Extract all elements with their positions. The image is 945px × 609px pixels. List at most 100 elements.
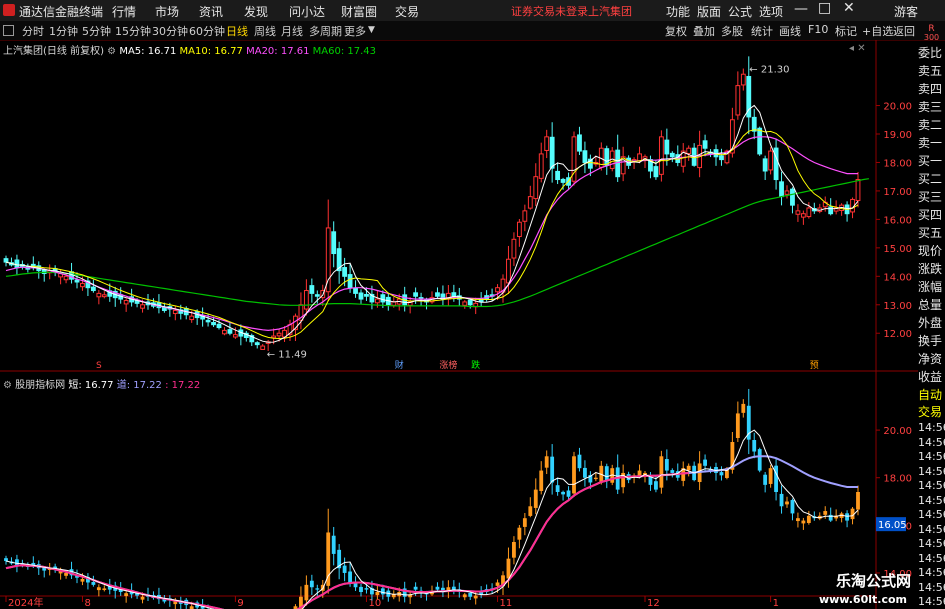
- tab-1min[interactable]: 1分钟: [49, 23, 78, 39]
- sub-candle: [572, 456, 576, 494]
- event-tag: 跌: [471, 360, 480, 371]
- close-icon[interactable]: ✕: [843, 0, 855, 16]
- period-bar: 分时 1分钟 5分钟 15分钟 30分钟 60分钟 日线 周线 月线 多周期 更…: [0, 21, 945, 41]
- side-num: 300: [923, 33, 940, 42]
- tab-fenshi[interactable]: 分时: [22, 23, 44, 39]
- tab-monthly[interactable]: 月线: [281, 23, 303, 39]
- tab-30min[interactable]: 30分钟: [152, 23, 188, 39]
- side-time: 14:56: [918, 450, 945, 463]
- menu-caifuquan[interactable]: 财富圈: [341, 3, 377, 20]
- tab-weekly[interactable]: 周线: [254, 23, 276, 39]
- btn-duogu[interactable]: 多股: [721, 23, 743, 39]
- login-notice[interactable]: 证券交易未登录: [511, 3, 588, 19]
- kline-candle: [768, 150, 774, 171]
- btn-fanhui[interactable]: 返回: [893, 23, 915, 39]
- kline-candle: [702, 140, 708, 149]
- kline-candle: [762, 158, 768, 172]
- kline-candle: [309, 285, 315, 294]
- menu-hangqing[interactable]: 行情: [112, 3, 136, 20]
- chevron-down-icon[interactable]: ▼: [368, 25, 375, 35]
- side-time: 14:56: [918, 522, 945, 536]
- btn-diejia[interactable]: 叠加: [693, 23, 715, 39]
- y-tick-label: 19.00: [883, 130, 912, 141]
- sub-candle: [364, 588, 369, 590]
- menu-jiaoyi[interactable]: 交易: [395, 3, 419, 20]
- kline-candle: [314, 294, 320, 297]
- side-auto[interactable]: 自动: [918, 386, 945, 403]
- sub-candle: [473, 595, 478, 599]
- sub-candle: [304, 584, 309, 601]
- tab-multi[interactable]: 多周期: [309, 23, 342, 39]
- side-item: 买五: [918, 226, 943, 240]
- kline-candle: [740, 73, 746, 86]
- menu-wenxiaoda[interactable]: 问小达: [289, 3, 325, 20]
- sub-candle: [703, 459, 707, 466]
- tab-60min[interactable]: 60分钟: [189, 23, 225, 39]
- btn-huaxian[interactable]: 画线: [779, 23, 801, 39]
- menu-gongneng[interactable]: 功能: [666, 3, 690, 20]
- menu-faxian[interactable]: 发现: [244, 3, 268, 20]
- btn-biaoji[interactable]: 标记: [835, 23, 857, 39]
- sub-candle: [801, 520, 806, 524]
- kline-candle: [506, 258, 511, 284]
- sub-candle: [4, 558, 8, 562]
- menu-banmian[interactable]: 版面: [697, 3, 721, 20]
- side-item: 换手: [918, 334, 943, 348]
- tab-15min[interactable]: 15分钟: [115, 23, 151, 39]
- kline-candle: [560, 178, 566, 183]
- sub-candle: [173, 601, 178, 605]
- sub-candle: [462, 594, 467, 598]
- kline-chart[interactable]: 12.00 13.00 14.00 15.00 16.00 17.00 18.00 19.00…: [0, 40, 918, 609]
- sub-candle: [124, 593, 129, 597]
- tab-5min[interactable]: 5分钟: [82, 23, 111, 39]
- side-item: 委比: [918, 46, 943, 60]
- kline-candle: [342, 267, 348, 277]
- y-tick-label: 16.00: [883, 215, 912, 226]
- kline-candle: [222, 329, 227, 335]
- kline-candle: [140, 304, 145, 309]
- tab-daily[interactable]: 日线: [226, 23, 248, 39]
- menu-zixun[interactable]: 资讯: [199, 3, 223, 20]
- side-time: 14:56: [918, 537, 945, 550]
- sub-candle: [768, 468, 773, 484]
- btn-zixuan[interactable]: +自选: [862, 23, 893, 39]
- kline-candle: [3, 258, 9, 263]
- sub-candle: [856, 492, 860, 510]
- side-item: 卖四: [918, 82, 943, 96]
- kline-candle: [735, 85, 741, 116]
- menu-gongshi[interactable]: 公式: [728, 3, 752, 20]
- tab-more[interactable]: 更多: [344, 23, 366, 39]
- sub-candle: [790, 500, 795, 514]
- y-tick-label: 20.00: [883, 426, 912, 437]
- sub-candle: [468, 592, 473, 597]
- kline-candle: [538, 153, 544, 179]
- ma60-line: [5, 178, 869, 308]
- btn-fuquan[interactable]: 复权: [665, 23, 687, 39]
- menu-shichang[interactable]: 市场: [155, 3, 179, 20]
- kline-candle: [719, 155, 724, 161]
- sub-candle: [828, 514, 833, 521]
- menu-xuanxiang[interactable]: 选项: [759, 3, 783, 20]
- sub-candle: [533, 489, 538, 508]
- kline-candle: [800, 213, 806, 218]
- guest-label[interactable]: 游客: [894, 3, 918, 20]
- btn-f10[interactable]: F10: [808, 23, 828, 36]
- side-trade[interactable]: 交易: [918, 403, 945, 420]
- sub-candle: [495, 582, 500, 586]
- side-time: 14:56: [918, 421, 945, 434]
- sub-candle: [102, 588, 107, 590]
- maximize-icon[interactable]: □: [818, 0, 831, 16]
- sub-candle: [757, 449, 762, 471]
- sub-candle: [544, 456, 549, 468]
- btn-tongji[interactable]: 统计: [751, 23, 773, 39]
- side-item: 收益: [918, 370, 943, 384]
- y-tick-label: 18.00: [883, 474, 912, 485]
- kline-candle: [779, 181, 784, 198]
- sub-candle: [593, 477, 598, 480]
- y-tick-label: 14.00: [883, 272, 912, 283]
- grid-icon[interactable]: [3, 25, 14, 36]
- y-tick-label: 13.00: [883, 301, 912, 312]
- minimize-icon[interactable]: —: [794, 1, 808, 17]
- kline-candle: [751, 116, 757, 132]
- kline-candle: [172, 309, 178, 315]
